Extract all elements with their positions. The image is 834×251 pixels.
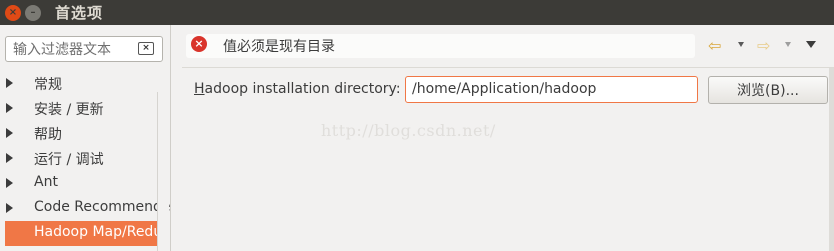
clear-filter-icon[interactable]: × xyxy=(138,42,154,55)
tree-item-label: Code Recommenders xyxy=(34,199,170,215)
back-arrow-icon[interactable]: ⇦ xyxy=(708,37,721,55)
tree-item-label: 运行 / 调试 xyxy=(34,152,104,168)
navigation-buttons: ⇦ ⇨ xyxy=(708,37,830,57)
preference-page: × 值必须是现有目录 ⇦ ⇨ Hadoop installation direc… xyxy=(182,25,834,251)
tree-item-label: Ant xyxy=(34,174,58,190)
forward-arrow-icon[interactable]: ⇨ xyxy=(757,37,770,55)
tree-item-ant[interactable]: Ant xyxy=(0,171,170,196)
expand-arrow-icon[interactable] xyxy=(6,153,13,163)
tree-item-label: 安装 / 更新 xyxy=(34,102,104,118)
page-header: × 值必须是现有目录 ⇦ ⇨ xyxy=(182,25,834,67)
forward-history-dropdown-icon[interactable] xyxy=(785,42,791,47)
tree-item-hadoop-map-reduce[interactable]: Hadoop Map/Reduce xyxy=(5,221,157,246)
expand-arrow-icon[interactable] xyxy=(6,128,13,138)
page-scrollbar[interactable] xyxy=(829,68,834,251)
window-title: 首选项 xyxy=(55,4,104,22)
expand-arrow-icon[interactable] xyxy=(6,178,13,188)
error-message: 值必须是现有目录 xyxy=(223,39,335,55)
page-content: Hadoop installation directory: /home/App… xyxy=(182,68,829,251)
view-menu-icon[interactable] xyxy=(806,41,816,48)
tree-item-code-recommenders[interactable]: Code Recommenders xyxy=(0,196,170,221)
filter-input[interactable]: 输入过滤器文本 × xyxy=(5,36,163,62)
filter-placeholder: 输入过滤器文本 xyxy=(13,42,111,58)
tree-item-general[interactable]: 常规 xyxy=(0,71,170,96)
tree-item-label: 常规 xyxy=(34,77,62,93)
error-icon: × xyxy=(191,36,207,52)
panel-splitter[interactable] xyxy=(170,25,182,251)
close-window-button[interactable]: × xyxy=(5,4,21,21)
tree-item-label: Hadoop Map/Reduce xyxy=(34,224,157,240)
close-icon: × xyxy=(8,6,18,18)
hadoop-directory-input[interactable]: /home/Application/hadoop xyxy=(405,76,698,103)
tree-item-label: 帮助 xyxy=(34,127,62,143)
sidebar-scrollbar[interactable] xyxy=(157,92,169,251)
watermark: http://blog.csdn.net/ xyxy=(321,121,496,140)
minimize-icon: – xyxy=(30,6,36,18)
preferences-tree: 常规 安装 / 更新 帮助 运行 / 调试 Ant Code Recommend… xyxy=(0,71,170,246)
error-message-bar: × 值必须是现有目录 xyxy=(186,34,695,58)
label-text: adoop installation directory: xyxy=(204,81,401,97)
preferences-sidebar: 输入过滤器文本 × 常规 安装 / 更新 帮助 运行 / 调试 Ant Code… xyxy=(0,25,170,251)
browse-button[interactable]: 浏览(B)... xyxy=(708,76,828,104)
expand-arrow-icon[interactable] xyxy=(6,103,13,113)
tree-item-run-debug[interactable]: 运行 / 调试 xyxy=(0,146,170,171)
tree-item-help[interactable]: 帮助 xyxy=(0,121,170,146)
tree-item-install-update[interactable]: 安装 / 更新 xyxy=(0,96,170,121)
label-mnemonic: H xyxy=(194,81,205,97)
hadoop-directory-label: Hadoop installation directory: xyxy=(194,81,401,97)
title-bar: × – 首选项 xyxy=(0,0,834,25)
expand-arrow-icon[interactable] xyxy=(6,203,13,213)
back-history-dropdown-icon[interactable] xyxy=(738,42,744,47)
minimize-window-button[interactable]: – xyxy=(25,4,41,21)
expand-arrow-icon[interactable] xyxy=(6,78,13,88)
